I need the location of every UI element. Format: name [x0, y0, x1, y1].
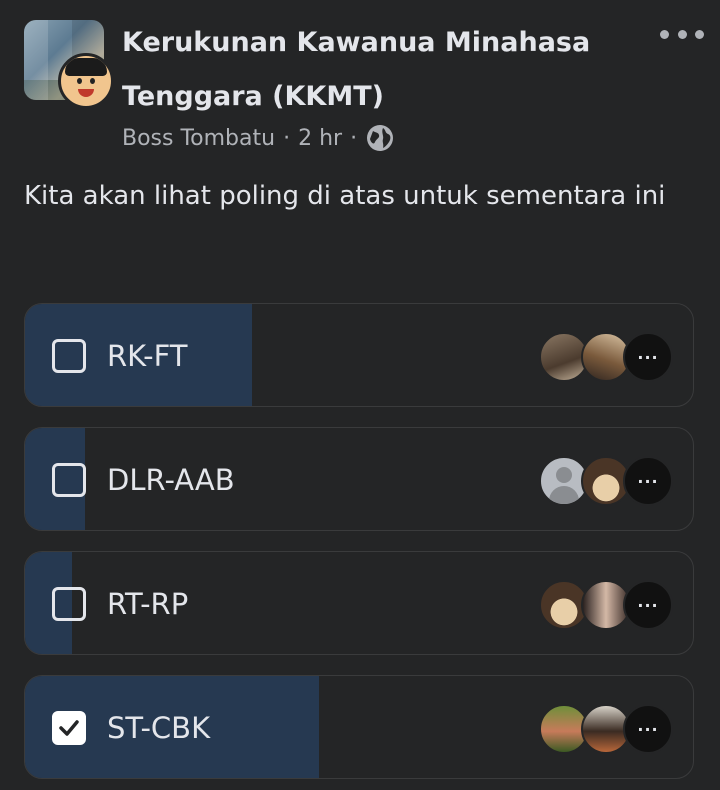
poll-option[interactable]: RT-RP ··· — [24, 551, 694, 655]
silhouette-head — [556, 467, 572, 483]
silhouette-body — [549, 486, 579, 504]
avatar-eye — [77, 78, 82, 84]
more-voters-icon[interactable]: ··· — [623, 332, 673, 382]
poll-checkbox[interactable] — [52, 339, 86, 373]
more-voters-glyph: ··· — [637, 471, 659, 491]
more-voters-glyph: ··· — [637, 347, 659, 367]
poll-option[interactable]: ST-CBK ··· — [24, 675, 694, 779]
post-header: Kerukunan Kawanua Minahasa Tenggara (KKM… — [0, 0, 720, 170]
avatar-eye — [90, 78, 95, 84]
post-text: Kita akan lihat poling di atas untuk sem… — [24, 181, 666, 211]
voter-avatars[interactable]: ··· — [539, 580, 673, 630]
author-name-link[interactable]: Boss Tombatu — [122, 126, 275, 151]
voter-avatars[interactable]: ··· — [539, 704, 673, 754]
poll-option[interactable]: DLR-AAB ··· — [24, 427, 694, 531]
poll-option-label: DLR-AAB — [107, 463, 235, 497]
meta-separator: · — [350, 125, 358, 151]
checkmark-icon — [59, 720, 79, 736]
poll-checkbox-checked[interactable] — [52, 711, 86, 745]
more-options-icon[interactable] — [660, 20, 704, 48]
more-voters-icon[interactable]: ··· — [623, 704, 673, 754]
author-avatar[interactable] — [58, 53, 114, 109]
poll-option-label: RK-FT — [107, 339, 188, 373]
more-voters-icon[interactable]: ··· — [623, 580, 673, 630]
meta-separator: · — [283, 125, 291, 151]
post-meta: Boss Tombatu · 2 hr · — [122, 122, 395, 154]
more-voters-icon[interactable]: ··· — [623, 456, 673, 506]
dot — [677, 29, 687, 39]
poll-option[interactable]: RK-FT ··· — [24, 303, 694, 407]
poll-checkbox[interactable] — [52, 587, 86, 621]
dot — [695, 29, 704, 39]
poll-checkbox[interactable] — [52, 463, 86, 497]
avatar-mouth — [78, 89, 94, 97]
poll-option-label: RT-RP — [107, 587, 189, 621]
voter-avatars[interactable]: ··· — [539, 456, 673, 506]
poll-option-label: ST-CBK — [107, 711, 211, 745]
voter-avatars[interactable]: ··· — [539, 332, 673, 382]
avatar-hair — [65, 58, 107, 76]
group-name-link[interactable]: Kerukunan Kawanua Minahasa Tenggara (KKM… — [122, 16, 622, 124]
dot — [660, 29, 669, 39]
globe-icon[interactable] — [365, 123, 395, 153]
more-voters-glyph: ··· — [637, 719, 659, 739]
more-voters-glyph: ··· — [637, 595, 659, 615]
post-time[interactable]: 2 hr — [298, 126, 342, 151]
